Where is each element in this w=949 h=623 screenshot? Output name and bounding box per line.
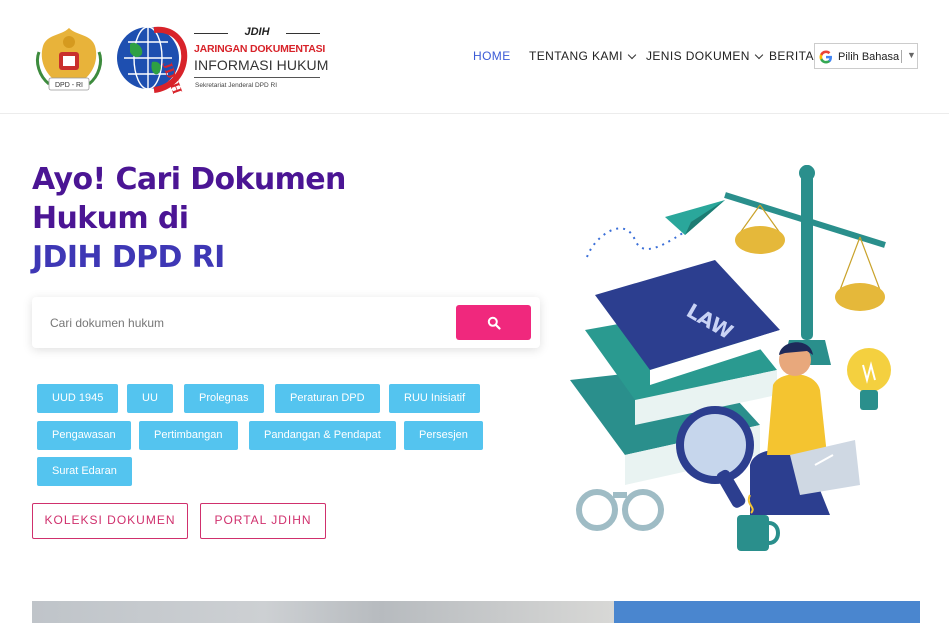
tag-prolegnas[interactable]: Prolegnas xyxy=(184,384,264,413)
search-icon xyxy=(487,316,501,330)
tag-persesjen[interactable]: Persesjen xyxy=(404,421,483,450)
google-icon xyxy=(819,50,832,64)
chevron-down-icon xyxy=(627,50,637,60)
search-button[interactable] xyxy=(456,305,531,340)
tag-uud-1945[interactable]: UUD 1945 xyxy=(37,384,119,413)
jdih-globe-logo[interactable]: JDIH xyxy=(114,22,188,94)
hero-title-line2: Hukum di xyxy=(32,201,189,236)
koleksi-dokumen-button[interactable]: KOLEKSI DOKUMEN xyxy=(32,503,188,539)
nav-jenis-dokumen[interactable]: JENIS DOKUMEN xyxy=(646,49,764,63)
dpd-garuda-logo[interactable]: DPD - RI xyxy=(33,22,105,94)
nav-tentang-kami-label: TENTANG KAMI xyxy=(529,49,623,63)
news-panel xyxy=(614,601,920,623)
hero-title-line3: JDIH DPD RI xyxy=(32,240,225,275)
chevron-down-icon xyxy=(754,50,764,60)
tag-surat-edaran[interactable]: Surat Edaran xyxy=(37,457,132,486)
language-select[interactable]: Pilih Bahasa ▼ xyxy=(814,43,918,69)
nav-home-label: HOME xyxy=(473,49,511,63)
tag-ruu-inisiatif[interactable]: RUU Inisiatif xyxy=(389,384,481,413)
tag-pengawasan[interactable]: Pengawasan xyxy=(37,421,131,450)
light-bulb-icon xyxy=(847,348,891,410)
tag-pandangan-pendapat[interactable]: Pandangan & Pendapat xyxy=(249,421,396,450)
brand-wordmark[interactable]: JDIH JARINGAN DOKUMENTASI INFORMASI HUKU… xyxy=(194,26,328,96)
language-label: Pilih Bahasa xyxy=(838,51,900,63)
law-illustration: LAW xyxy=(570,165,891,551)
news-image-thumbnail[interactable] xyxy=(32,601,614,623)
language-divider xyxy=(901,50,902,63)
hero-title-line1: Ayo! Cari Dokumen xyxy=(32,162,346,197)
search-box xyxy=(32,297,540,348)
nav-jenis-dokumen-label: JENIS DOKUMEN xyxy=(646,49,750,63)
brand-top-label: JDIH xyxy=(194,26,320,38)
nav-tentang-kami[interactable]: TENTANG KAMI xyxy=(529,49,637,63)
hero-title: Ayo! Cari Dokumen Hukum di JDIH DPD RI xyxy=(32,160,362,277)
brand-line1: JARINGAN DOKUMENTASI xyxy=(194,43,326,55)
tag-pertimbangan[interactable]: Pertimbangan xyxy=(139,421,238,450)
paper-plane-icon xyxy=(665,200,725,235)
nav-berita-label: BERITA xyxy=(769,49,814,63)
dropdown-arrow-icon: ▼ xyxy=(907,50,916,60)
tag-uu[interactable]: UU xyxy=(127,384,173,413)
brand-subtitle: Sekretariat Jenderal DPD RI xyxy=(195,82,278,89)
seal-text: DPD - RI xyxy=(55,82,83,89)
site-header: DPD - RI JDIH JDIH JARINGAN DOKUMENTASI … xyxy=(0,0,949,114)
search-input[interactable] xyxy=(48,309,462,337)
magnifier-icon xyxy=(676,406,754,508)
portal-jdihn-button[interactable]: PORTAL JDIHN xyxy=(200,503,326,539)
brand-divider xyxy=(194,77,320,78)
tag-peraturan-dpd[interactable]: Peraturan DPD xyxy=(275,384,380,413)
handcuffs-icon xyxy=(576,489,664,531)
nav-home[interactable]: HOME xyxy=(473,49,511,63)
nav-berita[interactable]: BERITA xyxy=(769,49,814,63)
brand-line2: INFORMASI HUKUM xyxy=(194,57,329,73)
